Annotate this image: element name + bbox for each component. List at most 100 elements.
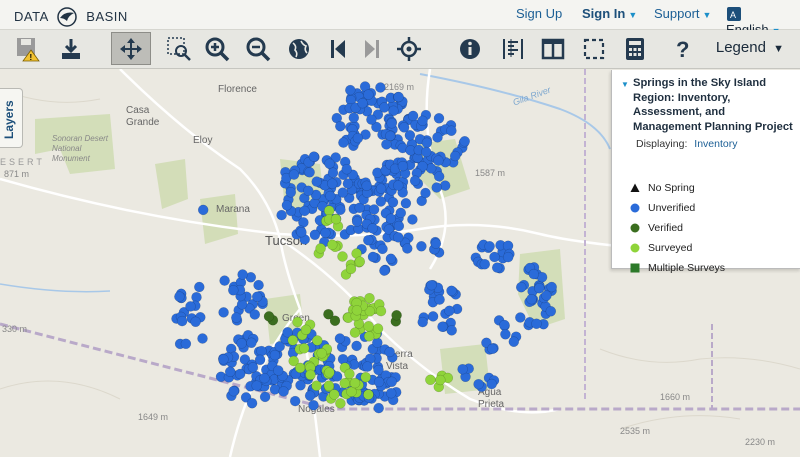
- spring-point[interactable]: [323, 380, 335, 392]
- spring-point[interactable]: [386, 118, 397, 129]
- spring-point[interactable]: [295, 380, 306, 391]
- spring-point[interactable]: [174, 291, 185, 302]
- spring-point[interactable]: [185, 301, 196, 312]
- spring-point[interactable]: [393, 232, 404, 243]
- spring-point[interactable]: [515, 281, 527, 293]
- support-menu[interactable]: Support ▼: [654, 6, 711, 21]
- measure-button[interactable]: [497, 33, 529, 65]
- spring-point[interactable]: [320, 227, 331, 239]
- zoom-out-button[interactable]: [242, 33, 274, 65]
- spring-point[interactable]: [407, 110, 419, 122]
- spring-point[interactable]: [278, 386, 289, 397]
- spring-point[interactable]: [281, 200, 293, 211]
- spring-point[interactable]: [398, 122, 410, 133]
- spring-point[interactable]: [273, 365, 284, 376]
- spring-point[interactable]: [434, 294, 445, 305]
- help-button[interactable]: ?: [667, 33, 699, 65]
- spring-point[interactable]: [385, 253, 397, 265]
- calculator-button[interactable]: [619, 33, 651, 65]
- spring-point[interactable]: [231, 312, 242, 323]
- spring-point[interactable]: [316, 348, 327, 359]
- spring-point[interactable]: [335, 120, 346, 132]
- spring-point[interactable]: [324, 367, 335, 378]
- spring-point[interactable]: [309, 229, 321, 241]
- sign-in-menu[interactable]: Sign In ▼: [582, 6, 637, 21]
- spring-point[interactable]: [372, 323, 384, 334]
- spring-point[interactable]: [247, 362, 259, 373]
- spring-point[interactable]: [431, 182, 442, 193]
- spring-point[interactable]: [393, 180, 404, 191]
- spring-point[interactable]: [491, 262, 503, 273]
- spring-point[interactable]: [515, 312, 526, 323]
- spring-point[interactable]: [285, 187, 297, 198]
- spring-point[interactable]: [361, 180, 372, 192]
- spring-point[interactable]: [397, 160, 409, 172]
- spring-point[interactable]: [437, 321, 448, 332]
- spring-point[interactable]: [300, 324, 312, 336]
- pan-tool-button[interactable]: [111, 32, 151, 65]
- spring-point[interactable]: [354, 256, 366, 267]
- spring-point[interactable]: [363, 89, 374, 100]
- spring-point[interactable]: [427, 311, 439, 322]
- spring-point[interactable]: [375, 305, 387, 317]
- spring-point[interactable]: [254, 354, 266, 366]
- layers-panel-tab[interactable]: Layers: [0, 88, 23, 148]
- spring-point[interactable]: [298, 343, 310, 354]
- spring-point[interactable]: [420, 187, 431, 199]
- collapse-triangle-icon[interactable]: ▼: [621, 80, 629, 89]
- spring-point[interactable]: [276, 209, 287, 221]
- spring-point[interactable]: [362, 361, 373, 372]
- zoom-in-button[interactable]: [201, 33, 233, 65]
- spring-point[interactable]: [294, 362, 306, 374]
- spring-point[interactable]: [379, 102, 390, 113]
- spring-point[interactable]: [224, 366, 236, 378]
- spring-point[interactable]: [303, 185, 314, 197]
- identify-button[interactable]: [454, 33, 486, 65]
- spring-point[interactable]: [249, 309, 261, 320]
- spring-point[interactable]: [311, 176, 322, 187]
- spring-point[interactable]: [352, 132, 364, 144]
- spring-point[interactable]: [393, 220, 405, 232]
- spring-point[interactable]: [386, 376, 397, 388]
- spring-point[interactable]: [384, 346, 395, 358]
- legend-toggle-button[interactable]: Legend ▼: [716, 39, 784, 56]
- spring-point[interactable]: [363, 234, 374, 246]
- zoom-box-button[interactable]: [163, 33, 195, 65]
- spring-point[interactable]: [308, 399, 319, 411]
- spring-point[interactable]: [269, 349, 281, 361]
- spring-point[interactable]: [449, 150, 461, 162]
- spring-point[interactable]: [421, 137, 433, 149]
- spring-point[interactable]: [430, 238, 442, 249]
- spring-point[interactable]: [420, 146, 432, 158]
- spring-point[interactable]: [197, 333, 208, 344]
- spring-point[interactable]: [432, 132, 443, 143]
- spring-point[interactable]: [367, 251, 379, 263]
- spring-point[interactable]: [446, 125, 457, 136]
- spring-point[interactable]: [473, 378, 484, 390]
- spring-point[interactable]: [486, 378, 497, 390]
- spring-point[interactable]: [325, 190, 336, 202]
- spring-point[interactable]: [251, 291, 263, 303]
- spring-point[interactable]: [479, 258, 491, 270]
- spring-point[interactable]: [345, 263, 357, 275]
- spring-point[interactable]: [433, 171, 445, 182]
- spring-point[interactable]: [308, 151, 320, 162]
- spring-point[interactable]: [541, 290, 552, 301]
- spring-point[interactable]: [299, 205, 310, 217]
- spring-point[interactable]: [502, 251, 514, 263]
- save-button[interactable]: !: [12, 33, 44, 65]
- spring-point[interactable]: [337, 251, 348, 262]
- spring-point[interactable]: [409, 175, 421, 186]
- spring-point[interactable]: [487, 343, 498, 355]
- spring-point[interactable]: [342, 178, 354, 189]
- spring-point[interactable]: [237, 269, 248, 280]
- spring-point[interactable]: [360, 371, 371, 383]
- spring-point[interactable]: [305, 369, 316, 381]
- spring-point[interactable]: [526, 293, 537, 305]
- spring-point[interactable]: [531, 318, 542, 329]
- spring-point[interactable]: [329, 389, 340, 400]
- spring-point[interactable]: [251, 380, 262, 391]
- spring-point[interactable]: [459, 136, 470, 147]
- spring-point[interactable]: [446, 325, 457, 336]
- spring-point[interactable]: [330, 213, 342, 225]
